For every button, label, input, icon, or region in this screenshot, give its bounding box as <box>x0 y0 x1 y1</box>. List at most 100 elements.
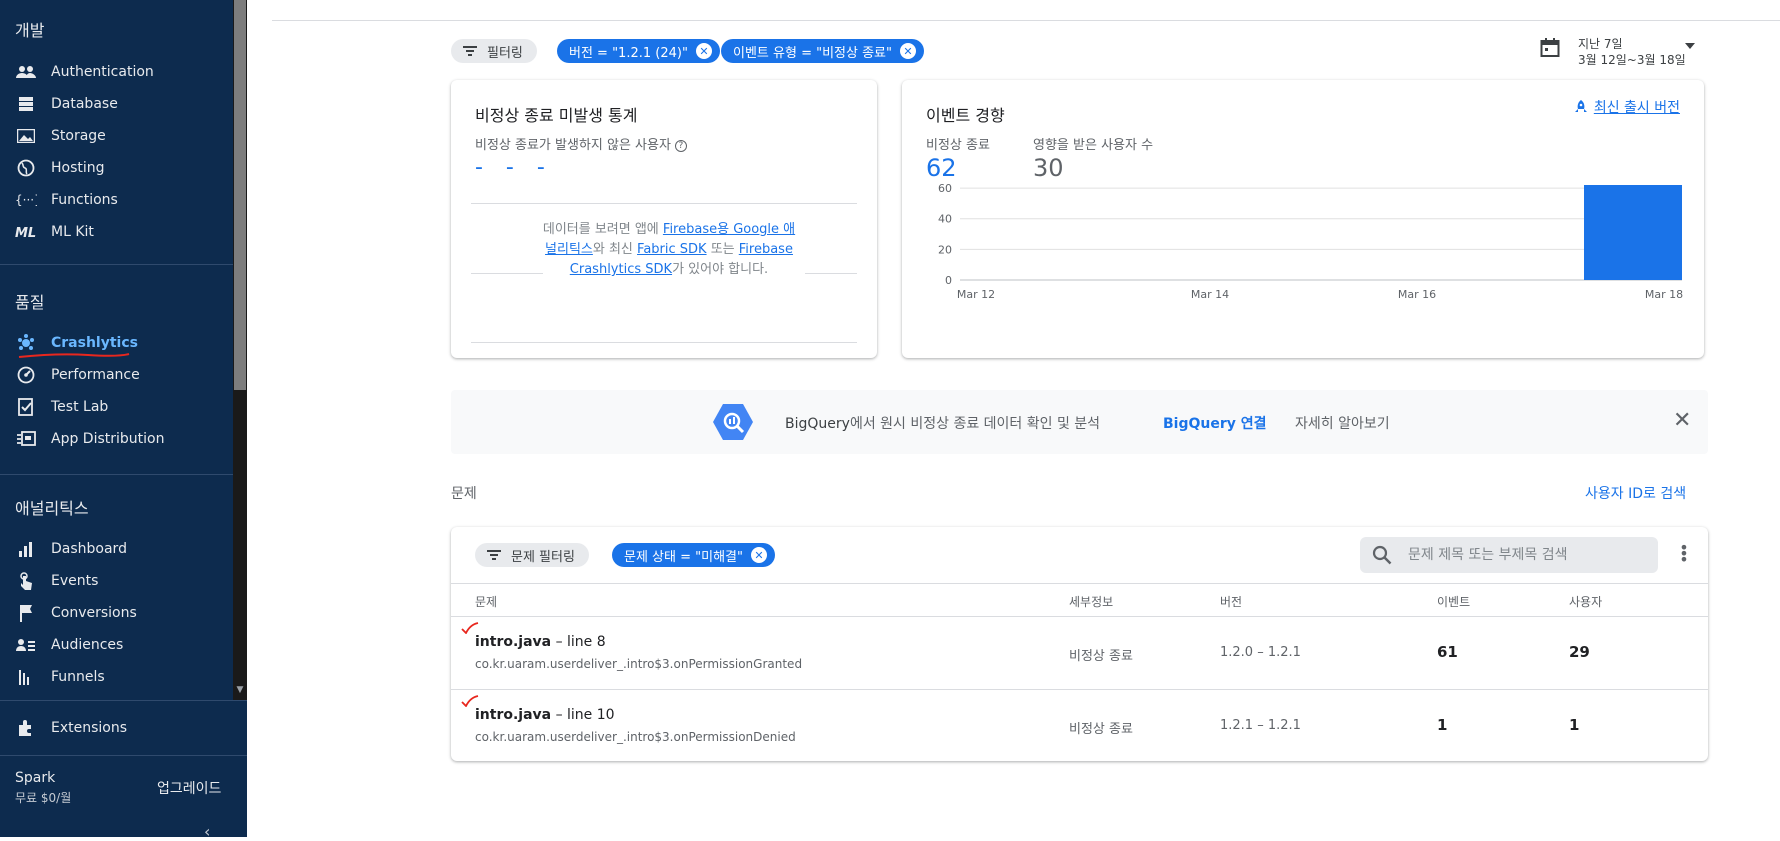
sidebar-item-label: Hosting <box>51 160 105 176</box>
sidebar-item-label: Events <box>51 573 99 589</box>
event-trends-card: 이벤트 경향 최신 출시 버전 비정상 종료 62 영향을 받은 사용자 수 3… <box>902 80 1704 358</box>
plan-name: Spark <box>15 770 56 786</box>
sidebar-item-label: Funnels <box>51 669 105 685</box>
chart-y-tick-label: 60 <box>938 182 952 195</box>
svg-text:{···}: {···} <box>15 193 37 207</box>
issues-section-title: 문제 <box>451 486 477 502</box>
bigquery-banner-text: BigQuery에서 원시 비정상 종료 데이터 확인 및 분석 <box>785 413 1100 433</box>
checklist-icon <box>15 396 37 418</box>
close-icon[interactable]: ✕ <box>1673 408 1691 433</box>
version-filter-label: 버전 = "1.2.1 (24)" <box>569 45 688 61</box>
sidebar-item-functions[interactable]: {···} Functions <box>0 185 233 215</box>
close-icon[interactable]: ✕ <box>695 43 712 59</box>
issue-filter-button[interactable]: 문제 필터링 <box>475 543 589 567</box>
sidebar-item-funnels[interactable]: Funnels <box>0 662 233 692</box>
dropdown-caret-icon <box>1685 43 1695 49</box>
sidebar-item-dashboard[interactable]: Dashboard <box>0 534 233 564</box>
issue-version: 1.2.1 – 1.2.1 <box>1220 718 1301 733</box>
sidebar-item-conversions[interactable]: Conversions <box>0 598 233 628</box>
scroll-down-icon[interactable]: ▼ <box>234 684 246 696</box>
issue-subtitle: co.kr.uaram.userdeliver_.intro$3.onPermi… <box>475 657 803 671</box>
sidebar-item-app-distribution[interactable]: App Distribution <box>0 424 233 454</box>
search-icon <box>1372 545 1392 565</box>
sidebar-item-label: Test Lab <box>51 399 109 415</box>
sidebar-item-label: Storage <box>51 128 106 144</box>
collapse-sidebar-icon[interactable]: ‹ <box>204 822 210 841</box>
column-header-version[interactable]: 버전 <box>1220 593 1242 610</box>
close-icon[interactable]: ✕ <box>750 547 767 563</box>
empty-msg-text: 와 최신 <box>592 242 638 257</box>
date-range-title: 지난 7일 <box>1578 37 1623 51</box>
search-by-user-id-link[interactable]: 사용자 ID로 검색 <box>1585 483 1686 503</box>
sidebar-item-label: Database <box>51 96 118 112</box>
issue-filter-label: 문제 필터링 <box>511 549 575 565</box>
column-header-issue[interactable]: 문제 <box>475 593 497 610</box>
sidebar-scrollbar-thumb[interactable] <box>234 0 246 390</box>
upgrade-button[interactable]: 업그레이드 <box>157 778 221 798</box>
bigquery-banner: BigQuery에서 원시 비정상 종료 데이터 확인 및 분석 BigQuer… <box>451 390 1708 454</box>
issue-status-chip[interactable]: 문제 상태 = "미해결" ✕ <box>612 543 775 567</box>
plan-price: 무료 $0/월 <box>15 791 72 805</box>
issue-version: 1.2.0 – 1.2.1 <box>1220 645 1301 660</box>
chart-y-tick-label: 40 <box>938 213 952 226</box>
sidebar-item-testlab[interactable]: Test Lab <box>0 392 233 422</box>
more-vert-icon[interactable]: • • • <box>1679 540 1689 568</box>
filter-button[interactable]: 필터링 <box>451 39 537 63</box>
sidebar-item-label: Conversions <box>51 605 137 621</box>
audience-icon <box>15 634 37 656</box>
column-header-details[interactable]: 세부정보 <box>1069 593 1113 610</box>
sidebar-item-events[interactable]: Events <box>0 566 233 596</box>
issue-users: 29 <box>1569 643 1590 661</box>
event-type-filter-chip[interactable]: 이벤트 유형 = "비정상 종료" ✕ <box>721 39 924 63</box>
issue-line: – line 8 <box>551 634 606 650</box>
sidebar-item-performance[interactable]: Performance <box>0 360 233 390</box>
issue-title[interactable]: intro.java – line 10 <box>475 707 615 723</box>
empty-msg-text: 또는 <box>706 242 739 257</box>
section-title-analytics: 애널리틱스 <box>15 499 89 518</box>
help-icon[interactable]: ? <box>674 139 687 152</box>
sidebar-item-hosting[interactable]: Hosting <box>0 153 233 183</box>
version-filter-chip[interactable]: 버전 = "1.2.1 (24)" ✕ <box>557 39 720 63</box>
table-row[interactable]: intro.java – line 8 co.kr.uaram.userdeli… <box>451 616 1708 689</box>
sidebar-item-label: Performance <box>51 367 140 383</box>
sidebar: 개발 Authentication Database Storage Hosti… <box>0 0 247 841</box>
sidebar-item-label: Dashboard <box>51 541 127 557</box>
crash-free-value: - - - <box>475 155 553 180</box>
chart-bar <box>1584 185 1682 280</box>
chart-x-tick-label: Mar 16 <box>1398 288 1436 301</box>
sidebar-item-label: App Distribution <box>51 431 165 447</box>
latest-release-link[interactable]: 최신 출시 버전 <box>1574 97 1680 117</box>
puzzle-icon <box>15 717 37 739</box>
sidebar-item-authentication[interactable]: Authentication <box>0 57 233 87</box>
sidebar-item-extensions[interactable]: Extensions <box>0 713 233 743</box>
divider <box>471 203 857 204</box>
learn-more-link[interactable]: 자세히 알아보기 <box>1295 413 1390 433</box>
chart-y-tick-label: 20 <box>938 243 952 256</box>
sidebar-item-label: Audiences <box>51 637 124 653</box>
close-icon[interactable]: ✕ <box>899 43 916 59</box>
sidebar-scrollbar[interactable]: ▼ <box>233 0 247 700</box>
sidebar-item-mlkit[interactable]: ML ML Kit <box>0 217 233 247</box>
sidebar-item-database[interactable]: Database <box>0 89 233 119</box>
calendar-icon <box>1540 38 1560 57</box>
connect-bigquery-link[interactable]: BigQuery 연결 <box>1163 413 1267 433</box>
issue-events: 1 <box>1437 716 1448 734</box>
sidebar-item-audiences[interactable]: Audiences <box>0 630 233 660</box>
chart-x-tick-label: Mar 12 <box>957 288 995 301</box>
affected-users-label: 영향을 받은 사용자 수 <box>1033 138 1154 153</box>
issue-title[interactable]: intro.java – line 8 <box>475 634 606 650</box>
image-icon <box>15 125 37 147</box>
plan-area: Spark 무료 $0/월 업그레이드 <box>0 755 247 815</box>
issue-status-label: 문제 상태 = "미해결" <box>624 549 743 565</box>
fabric-sdk-link[interactable]: Fabric SDK <box>637 242 707 257</box>
column-header-users[interactable]: 사용자 <box>1569 593 1602 610</box>
issue-search-input[interactable] <box>1408 545 1648 565</box>
sidebar-item-storage[interactable]: Storage <box>0 121 233 151</box>
column-header-events[interactable]: 이벤트 <box>1437 593 1470 610</box>
latest-release-label: 최신 출시 버전 <box>1593 100 1680 116</box>
section-title-quality: 품질 <box>15 293 45 312</box>
sidebar-item-label: Extensions <box>51 720 128 736</box>
sidebar-item-label: Functions <box>51 192 118 208</box>
bar-chart-icon <box>15 538 37 560</box>
table-row[interactable]: intro.java – line 10 co.kr.uaram.userdel… <box>451 689 1708 762</box>
